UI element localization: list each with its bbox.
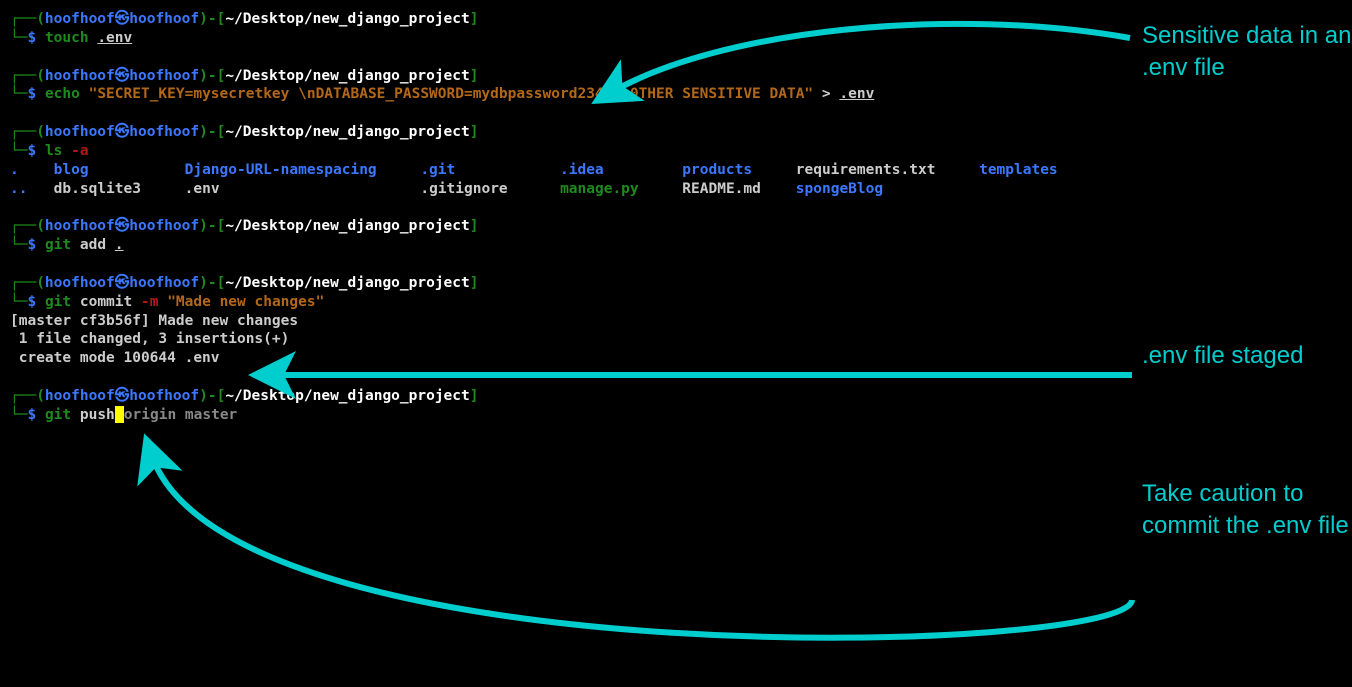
prompt-line-1: ┌──(hoofhoof㉿hoofhoof)-[~/Desktop/new_dj… [10,274,1342,293]
listing-row: .. db.sqlite3 .env .gitignore manage.py … [10,180,1342,199]
prompt-line-1: ┌──(hoofhoof㉿hoofhoof)-[~/Desktop/new_dj… [10,123,1342,142]
cursor [115,406,124,423]
command-line[interactable]: └─$ git commit -m "Made new changes" [10,293,1342,312]
prompt-line-1: ┌──(hoofhoof㉿hoofhoof)-[~/Desktop/new_dj… [10,217,1342,236]
prompt-line-1: ┌──(hoofhoof㉿hoofhoof)-[~/Desktop/new_dj… [10,387,1342,406]
command-line[interactable]: └─$ echo "SECRET_KEY=mysecretkey \nDATAB… [10,85,1342,104]
output-line: [master cf3b56f] Made new changes [10,312,1342,331]
spacer [10,255,1342,274]
spacer [10,198,1342,217]
annotation-take-caution: Take caution to commit the .env file [1142,478,1352,543]
command-line[interactable]: └─$ git add . [10,236,1342,255]
annotation-env-staged: .env file staged [1142,340,1303,372]
command-line[interactable]: └─$ git pushorigin master [10,406,1342,425]
annotation-sensitive-data: Sensitive data in an .env file [1142,20,1352,85]
listing-row: . blog Django-URL-namespacing .git .idea… [10,161,1342,180]
command-line[interactable]: └─$ ls -a [10,142,1342,161]
spacer [10,104,1342,123]
